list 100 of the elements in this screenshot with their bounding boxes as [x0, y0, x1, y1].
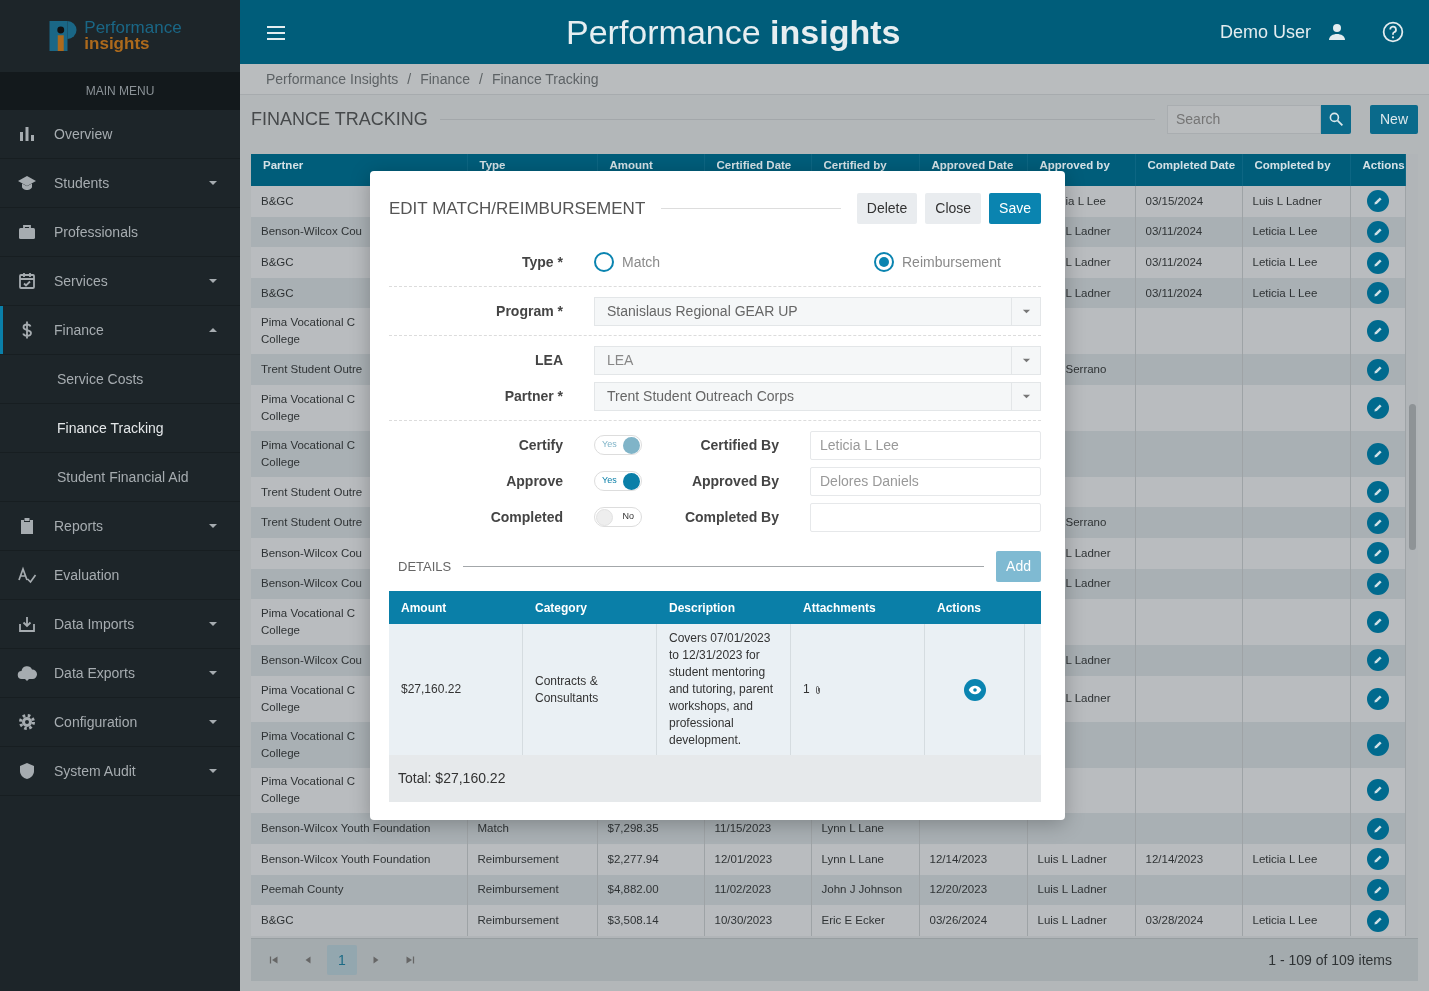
sidebar-item[interactable]: Evaluation — [0, 551, 240, 600]
attachment-count: 1 — [803, 681, 810, 698]
lea-dropdown[interactable]: LEA — [594, 345, 1041, 375]
edit-button[interactable] — [1366, 190, 1389, 213]
table-cell: $3,508.14 — [597, 905, 704, 936]
new-button[interactable]: New — [1370, 104, 1418, 134]
cloud-download-icon — [17, 663, 37, 683]
pencil-icon — [1371, 853, 1384, 866]
table-cell: Lynn L Lane — [811, 844, 919, 875]
sidebar-item-label: Students — [54, 173, 110, 193]
edit-button[interactable] — [1366, 649, 1389, 672]
dialog-button[interactable]: Delete — [856, 193, 918, 224]
view-button[interactable] — [963, 678, 986, 701]
spell-check-icon — [17, 565, 37, 585]
dialog-button[interactable]: Save — [989, 193, 1041, 224]
table-cell: 11/02/2023 — [704, 874, 811, 906]
radio-circle[interactable] — [594, 252, 614, 272]
sidebar-item[interactable]: Professionals — [0, 208, 240, 257]
edit-button[interactable] — [1366, 358, 1389, 381]
table-cell: John J Johnson — [811, 874, 919, 906]
sidebar-item[interactable]: Data Exports — [0, 649, 240, 698]
sidebar-item[interactable]: Students — [0, 159, 240, 208]
user-name[interactable]: Demo User — [1219, 18, 1311, 46]
table-cell: Leticia L Lee — [1242, 905, 1350, 936]
table-cell: Leticia L Lee — [1242, 216, 1350, 248]
logo-text: Performance — [84, 20, 182, 35]
sidebar-item[interactable]: Overview — [0, 110, 240, 159]
table-cell: Reimbursement — [467, 844, 597, 875]
program-dropdown[interactable]: Stanislaus Regional GEAR UP — [594, 296, 1041, 326]
edit-button[interactable] — [1366, 442, 1389, 465]
field-label: Approved By — [690, 471, 779, 491]
graduation-cap-icon — [17, 173, 37, 193]
table-cell: 03/15/2024 — [1135, 186, 1242, 217]
pencil-icon — [1371, 486, 1384, 499]
sidebar-item[interactable]: Services — [0, 257, 240, 306]
toggle-switch[interactable]: Yes — [594, 471, 642, 491]
sidebar-subitem[interactable]: Finance Tracking — [0, 404, 240, 453]
edit-button[interactable] — [1366, 878, 1389, 901]
user-icon[interactable] — [1327, 22, 1347, 42]
sidebar-item[interactable]: Data Imports — [0, 600, 240, 649]
first-page-icon — [269, 955, 279, 965]
help-icon[interactable] — [1382, 21, 1404, 43]
field-label: Certify — [517, 435, 564, 455]
next-page-icon — [371, 955, 381, 965]
edit-button[interactable] — [1366, 909, 1389, 932]
table-cell: $2,277.94 — [597, 844, 704, 875]
logo-text: insights — [84, 35, 151, 52]
sidebar-item[interactable]: Finance — [0, 306, 240, 355]
table-cell: 03/11/2024 — [1135, 247, 1242, 278]
text-field[interactable] — [810, 502, 1041, 532]
partner-dropdown[interactable]: Trent Student Outreach Corps — [594, 381, 1041, 411]
column-header: Description — [668, 599, 736, 617]
edit-button[interactable] — [1366, 251, 1389, 274]
edit-button[interactable] — [1366, 817, 1389, 840]
page-title: FINANCE TRACKING — [251, 107, 428, 131]
edit-button[interactable] — [1366, 572, 1389, 595]
table-cell: Reimbursement — [467, 905, 597, 936]
edit-button[interactable] — [1366, 481, 1389, 504]
radio-option[interactable]: Reimbursement — [874, 251, 1001, 273]
radio-option[interactable]: Match — [594, 251, 874, 273]
bar-chart-icon — [17, 124, 37, 144]
shield-icon — [17, 761, 37, 781]
table-cell: 10/30/2023 — [704, 905, 811, 936]
sidebar-subitem[interactable]: Service Costs — [0, 355, 240, 404]
radio-circle[interactable] — [874, 252, 894, 272]
edit-button[interactable] — [1366, 542, 1389, 565]
table-cell: Leticia L Lee — [1242, 277, 1350, 309]
pencil-icon — [1371, 287, 1384, 300]
edit-button[interactable] — [1366, 320, 1389, 343]
field-label: Approve — [505, 471, 564, 491]
edit-button[interactable] — [1366, 282, 1389, 305]
sidebar-subitem[interactable]: Student Financial Aid — [0, 453, 240, 502]
sidebar-item[interactable]: System Audit — [0, 747, 240, 796]
edit-button[interactable] — [1366, 848, 1389, 871]
edit-button[interactable] — [1366, 611, 1389, 634]
search-field[interactable]: Search — [1167, 104, 1321, 134]
field-label: Certified By — [699, 435, 779, 455]
field-label: Partner * — [503, 386, 564, 406]
sidebar-item-label: Professionals — [54, 222, 139, 242]
edit-button[interactable] — [1366, 733, 1389, 756]
text-field[interactable]: LEA — [595, 348, 1011, 372]
edit-button[interactable] — [1366, 220, 1389, 243]
toggle-switch[interactable]: No — [594, 507, 642, 527]
sidebar-item[interactable]: Configuration — [0, 698, 240, 747]
table-cell: Leticia L Lee — [1242, 844, 1350, 875]
pencil-icon — [1371, 547, 1384, 560]
scrollbar-thumb[interactable] — [1408, 404, 1416, 550]
edit-button[interactable] — [1366, 687, 1389, 710]
sidebar-item-label: Overview — [54, 124, 113, 144]
edit-button[interactable] — [1366, 779, 1389, 802]
column-header: Completed Date — [1135, 154, 1242, 186]
dialog-button[interactable]: Close — [925, 193, 982, 224]
table-cell: 03/28/2024 — [1135, 905, 1242, 936]
search-button[interactable] — [1321, 104, 1351, 134]
pager-summary: 1 - 109 of 109 items — [1268, 950, 1392, 970]
sidebar-item[interactable]: Reports — [0, 502, 240, 551]
column-header: Amount — [400, 599, 448, 617]
edit-button[interactable] — [1366, 511, 1389, 534]
field-label: Completed — [489, 507, 564, 527]
edit-button[interactable] — [1366, 396, 1389, 419]
